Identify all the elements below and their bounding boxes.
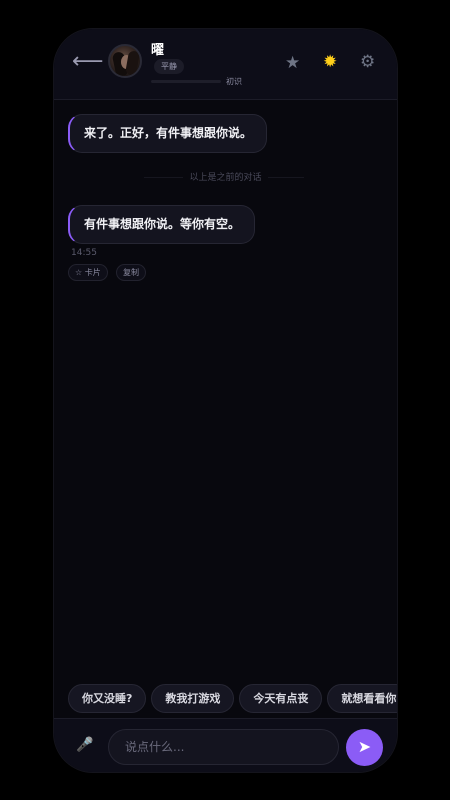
- phone-screen: ⟵ 曜 平静 初识 ★ ✹ ⚙ 来了。正好，有件事想跟你说。 以上是之前的对话 …: [53, 28, 398, 773]
- save-card-button[interactable]: ☆ 卡片: [68, 264, 108, 281]
- back-arrow-icon[interactable]: ⟵: [72, 49, 104, 74]
- avatar[interactable]: [108, 44, 142, 78]
- history-divider-label: 以上是之前的对话: [183, 173, 268, 183]
- suggestion-chip[interactable]: 你又没睡?: [68, 684, 147, 713]
- message-bubble: 来了。正好，有件事想跟你说。: [68, 114, 268, 153]
- relation-level-label: 初识: [226, 77, 242, 86]
- copy-button[interactable]: 复制: [116, 264, 146, 281]
- history-divider: 以上是之前的对话: [54, 170, 397, 183]
- chat-header: ⟵ 曜 平静 初识 ★ ✹ ⚙: [54, 29, 397, 100]
- message-input[interactable]: [108, 729, 339, 765]
- suggestion-chip[interactable]: 教我打游戏: [151, 684, 235, 713]
- microphone-icon[interactable]: 🎤: [76, 737, 93, 753]
- message-bubble: 有件事想跟你说。等你有空。: [68, 205, 256, 244]
- send-button[interactable]: ➤: [346, 729, 383, 766]
- input-bar: 🎤 ➤: [54, 718, 397, 772]
- character-name: 曜: [151, 43, 165, 58]
- suggestion-chip[interactable]: 就想看看你: [327, 684, 397, 713]
- suggestion-chip[interactable]: 今天有点丧: [239, 684, 323, 713]
- mood-badge: 平静: [154, 59, 184, 74]
- message-timestamp: 14:55: [71, 248, 97, 258]
- suggestion-bar: 你又没睡? 教我打游戏 今天有点丧 就想看看你: [68, 684, 397, 715]
- star-icon[interactable]: ★: [285, 53, 300, 73]
- gear-icon[interactable]: ⚙: [360, 52, 375, 72]
- relation-progress-bar: [151, 80, 221, 83]
- sun-icon[interactable]: ✹: [323, 52, 337, 72]
